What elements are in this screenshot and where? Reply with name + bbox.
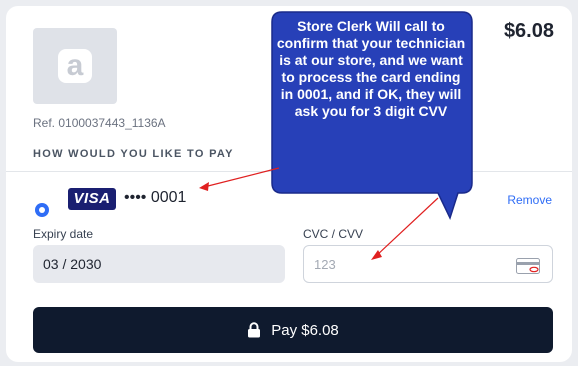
annotation-text: Store Clerk Will call to confirm that yo… [276, 18, 466, 119]
